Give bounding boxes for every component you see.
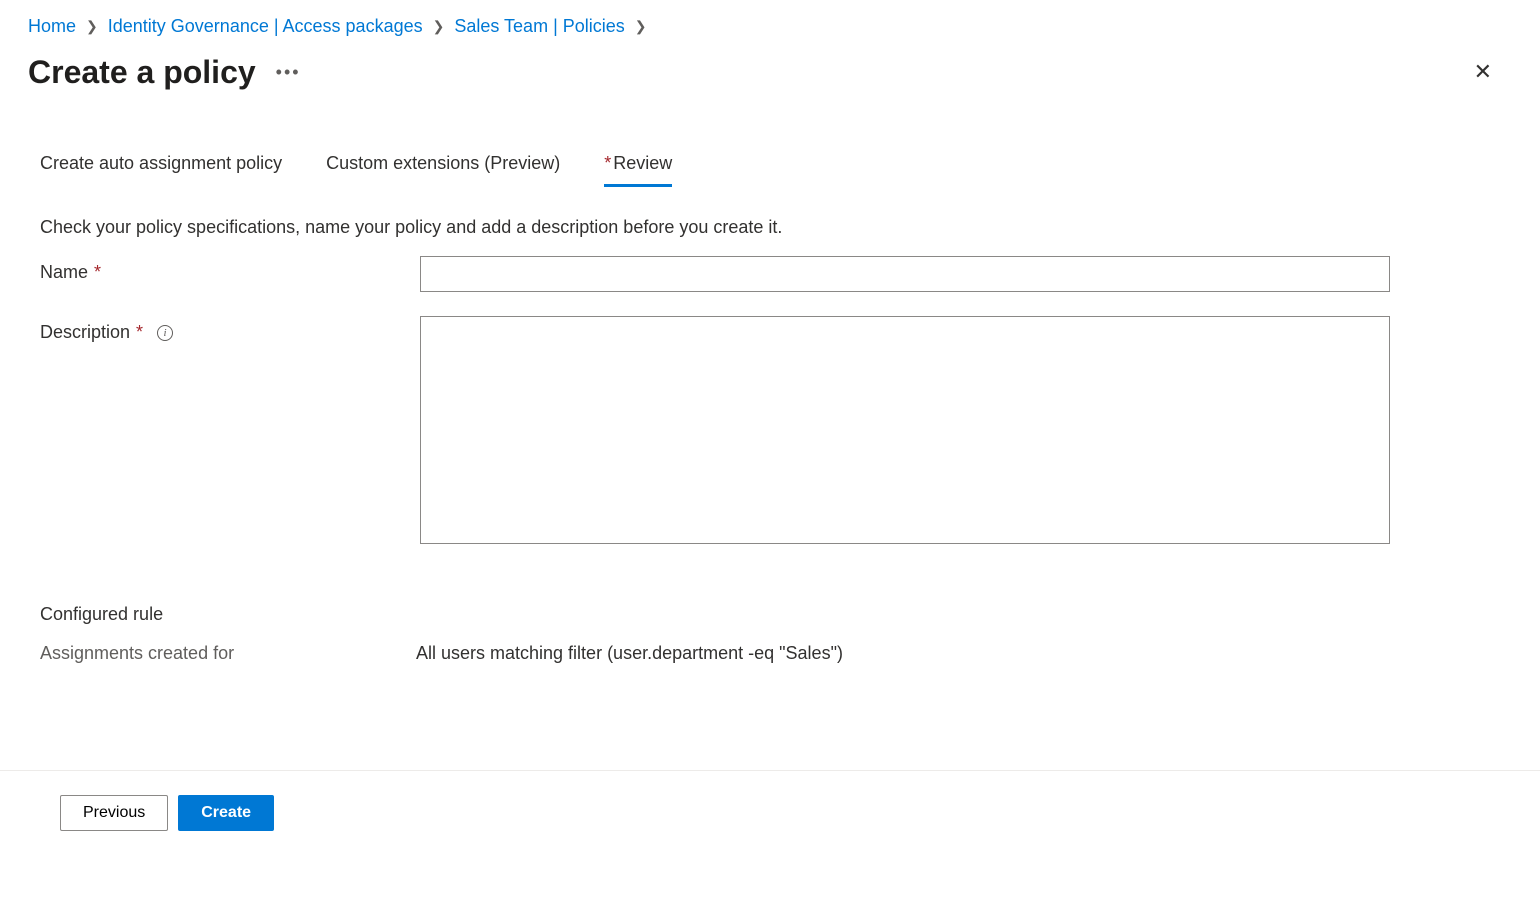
more-actions-icon[interactable]: ••• — [276, 62, 301, 83]
tab-custom-extensions[interactable]: Custom extensions (Preview) — [326, 153, 560, 187]
page-header: Create a policy ••• ✕ — [0, 45, 1540, 93]
close-icon[interactable]: ✕ — [1454, 51, 1512, 93]
chevron-right-icon: ❯ — [635, 18, 647, 35]
chevron-right-icon: ❯ — [86, 18, 98, 35]
breadcrumb-home[interactable]: Home — [28, 16, 76, 37]
name-input[interactable] — [420, 256, 1390, 292]
required-star-icon: * — [604, 153, 611, 173]
previous-button[interactable]: Previous — [60, 795, 168, 831]
tab-label: Custom extensions (Preview) — [326, 153, 560, 173]
breadcrumb-identity-governance[interactable]: Identity Governance | Access packages — [108, 16, 423, 37]
assignments-row: Assignments created for All users matchi… — [40, 643, 1500, 664]
tab-review[interactable]: *Review — [604, 153, 672, 187]
tab-label: Review — [613, 153, 672, 173]
form-row-description: Description * i — [40, 316, 1500, 544]
breadcrumb-sales-team[interactable]: Sales Team | Policies — [454, 16, 624, 37]
name-label: Name * — [40, 256, 420, 283]
page-title: Create a policy — [28, 54, 256, 91]
configured-rule-heading: Configured rule — [40, 604, 1500, 625]
description-input[interactable] — [420, 316, 1390, 544]
info-icon[interactable]: i — [157, 325, 173, 341]
tab-create-auto-assignment[interactable]: Create auto assignment policy — [40, 153, 282, 187]
description-label: Description * i — [40, 316, 420, 343]
required-star-icon: * — [136, 322, 143, 343]
tab-label: Create auto assignment policy — [40, 153, 282, 173]
footer: Previous Create — [0, 770, 1540, 855]
helper-text: Check your policy specifications, name y… — [40, 217, 1500, 238]
header-left: Create a policy ••• — [28, 54, 301, 91]
assignments-label: Assignments created for — [40, 643, 416, 664]
create-button[interactable]: Create — [178, 795, 274, 831]
tabs: Create auto assignment policy Custom ext… — [40, 153, 1500, 187]
required-star-icon: * — [94, 262, 101, 283]
chevron-right-icon: ❯ — [433, 18, 445, 35]
content-area: Create auto assignment policy Custom ext… — [0, 93, 1540, 664]
assignments-value: All users matching filter (user.departme… — [416, 643, 843, 664]
form-row-name: Name * — [40, 256, 1500, 292]
breadcrumb: Home ❯ Identity Governance | Access pack… — [0, 0, 1540, 45]
